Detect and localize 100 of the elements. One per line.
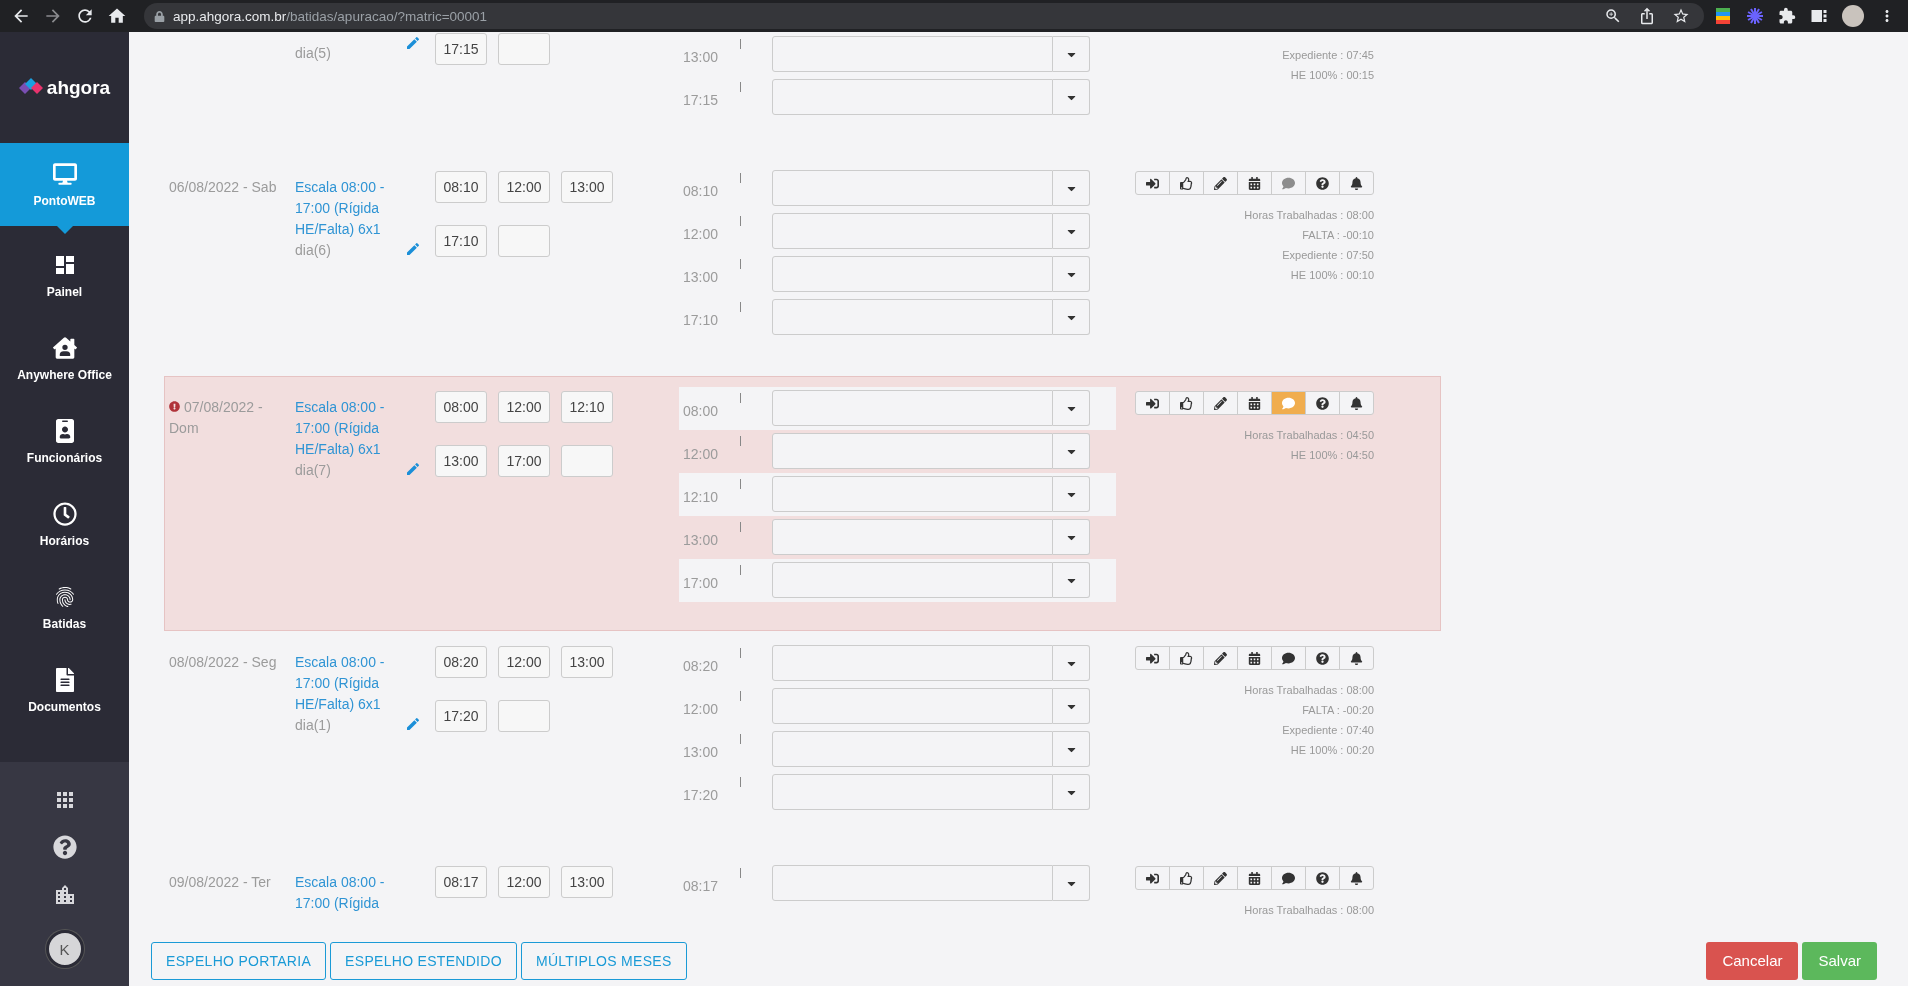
comment-icon [1282, 396, 1295, 410]
time-box[interactable]: 12:00 [498, 391, 550, 423]
help-button[interactable] [1305, 866, 1340, 890]
summary-text: Expediente : 07:45 [1282, 48, 1374, 63]
bell-button[interactable] [1339, 646, 1374, 670]
thumbs-up-button[interactable] [1169, 391, 1204, 415]
summary-text: HE 100% : 04:50 [1290, 448, 1374, 463]
sidebar-item[interactable]: Documentos [0, 649, 129, 732]
calendar-icon [1248, 871, 1261, 885]
url-path: /batidas/apuracao/?matric=00001 [286, 8, 488, 24]
help-button[interactable] [1305, 646, 1340, 670]
date-text: 06/08/2022 - Sab [169, 179, 277, 195]
summary-text: Horas Trabalhadas : 04:50 [1244, 428, 1374, 443]
address-bar[interactable]: app.ahgora.com.br/batidas/apuracao/?matric=00001 [144, 3, 1704, 29]
thumbs-up-button[interactable] [1169, 646, 1204, 670]
pencil-button[interactable] [1203, 866, 1238, 890]
time-box[interactable]: 12:00 [498, 866, 550, 898]
thumbs-up-icon [1180, 651, 1193, 665]
time-box[interactable]: 13:00 [561, 866, 613, 898]
cancel-button[interactable]: Cancelar [1706, 941, 1799, 980]
time-box[interactable]: 12:00 [498, 646, 550, 678]
day-text: dia(6) [295, 241, 332, 260]
time-box[interactable]: 08:20 [435, 646, 487, 678]
nav-icon [52, 161, 77, 186]
calendar-button[interactable] [1237, 391, 1272, 415]
pencil-icon [1214, 176, 1227, 190]
exit-button[interactable] [1135, 646, 1170, 670]
punch-time: 08:10 [683, 183, 720, 199]
exit-button[interactable] [1135, 866, 1170, 890]
time-box[interactable]: 12:00 [498, 171, 550, 203]
calendar-button[interactable] [1237, 171, 1272, 195]
bell-icon [1350, 396, 1363, 410]
punch-time: 12:00 [683, 446, 720, 462]
edit-icon[interactable] [405, 241, 421, 257]
exit-icon [1146, 396, 1159, 410]
edit-icon[interactable] [405, 461, 421, 477]
bell-icon [1350, 176, 1363, 190]
active-pointer [56, 226, 73, 234]
bell-button[interactable] [1339, 171, 1374, 195]
calendar-button[interactable] [1237, 866, 1272, 890]
url-host: app.ahgora.com.br [173, 8, 287, 24]
help-button[interactable] [1305, 391, 1340, 415]
profile-avatar[interactable] [1842, 5, 1864, 27]
exit-button[interactable] [1135, 171, 1170, 195]
time-box[interactable]: 08:17 [435, 866, 487, 898]
calendar-button[interactable] [1237, 646, 1272, 670]
thumbs-up-icon [1180, 396, 1193, 410]
thumbs-up-icon [1180, 176, 1193, 190]
pencil-icon [1214, 871, 1227, 885]
punch-time: 08:20 [683, 658, 720, 674]
sidebar-item[interactable]: Batidas [0, 566, 129, 649]
edit-icon[interactable] [405, 35, 421, 51]
help-icon[interactable] [52, 835, 77, 860]
sidebar-item[interactable]: Funcionários [0, 400, 129, 483]
help-icon [1316, 651, 1329, 665]
thumbs-up-button[interactable] [1169, 866, 1204, 890]
summary-text: Horas Trabalhadas : 08:00 [1244, 208, 1374, 223]
bell-icon [1350, 871, 1363, 885]
calendar-icon [1248, 396, 1261, 410]
time-box[interactable]: 13:00 [435, 445, 487, 477]
summary-text: HE 100% : 00:10 [1290, 268, 1374, 283]
pencil-button[interactable] [1203, 391, 1238, 415]
sidebar-item[interactable]: Horários [0, 483, 129, 566]
time-box[interactable]: 13:00 [561, 171, 613, 203]
punch-time: 17:15 [683, 92, 720, 108]
date-text: 08/08/2022 - Seg [169, 654, 277, 670]
summary-text: HE 100% : 00:15 [1290, 68, 1374, 83]
time-box[interactable]: 17:10 [435, 225, 487, 257]
exit-button[interactable] [1135, 391, 1170, 415]
edit-icon[interactable] [405, 716, 421, 732]
comment-icon [1282, 176, 1295, 190]
punch-time: 13:00 [683, 49, 720, 65]
time-box[interactable]: 17:20 [435, 700, 487, 732]
day-text: dia(1) [295, 716, 332, 735]
help-icon [1316, 871, 1329, 885]
date-text: 09/08/2022 - Ter [169, 874, 271, 890]
time-box[interactable]: 17:00 [498, 445, 550, 477]
time-box[interactable]: 12:10 [561, 391, 613, 423]
calendar-icon [1248, 651, 1261, 665]
bell-button[interactable] [1339, 866, 1374, 890]
time-box[interactable]: 08:10 [435, 171, 487, 203]
time-box[interactable]: 17:15 [435, 33, 487, 65]
time-box[interactable]: 08:00 [435, 391, 487, 423]
punch-time: 13:00 [683, 532, 720, 548]
comment-button[interactable] [1271, 646, 1306, 670]
summary-text: FALTA : -00:20 [1302, 703, 1374, 718]
summary-text: Horas Trabalhadas : 08:00 [1244, 683, 1374, 698]
time-box[interactable]: 13:00 [561, 646, 613, 678]
exit-icon [1146, 176, 1159, 190]
bell-button[interactable] [1339, 391, 1374, 415]
exit-icon [1146, 871, 1159, 885]
user-avatar[interactable]: K [45, 930, 84, 969]
pencil-button[interactable] [1203, 646, 1238, 670]
sidebar-item[interactable]: Anywhere Office [0, 317, 129, 400]
thumbs-up-button[interactable] [1169, 171, 1204, 195]
comment-button[interactable] [1271, 866, 1306, 890]
help-button[interactable] [1305, 171, 1340, 195]
pencil-button[interactable] [1203, 171, 1238, 195]
sidebar-item[interactable]: Painel [0, 234, 129, 317]
comment-icon [1282, 651, 1295, 665]
